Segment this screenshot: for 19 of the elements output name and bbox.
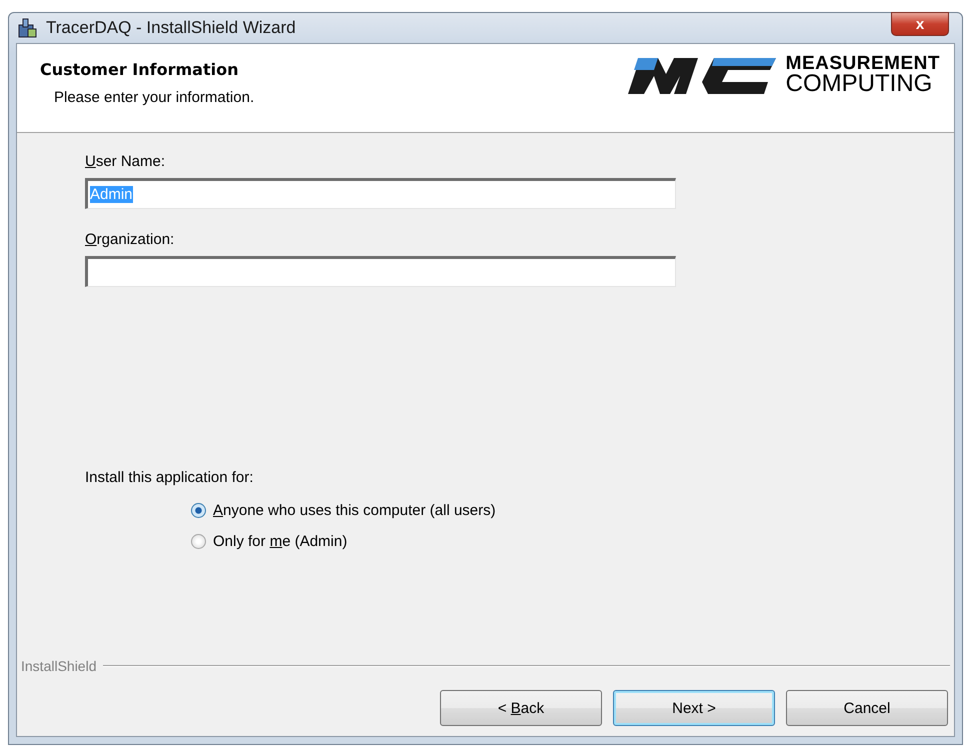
page-title: Customer Information (40, 60, 240, 79)
field-label: User Name: (85, 153, 166, 170)
radio-button[interactable] (191, 503, 206, 518)
logo-text: MEASUREMENT (786, 54, 940, 74)
footer-brand: InstallShield (21, 658, 96, 674)
field-label: Organization: (85, 231, 176, 248)
input-field[interactable] (85, 256, 676, 287)
radio-button[interactable] (191, 534, 206, 549)
logo-text: COMPUTING (786, 74, 934, 94)
close-button[interactable]: x (891, 12, 949, 36)
install-for-label: Install this application for: (85, 469, 254, 486)
radio-label[interactable]: Only for me (Admin) (213, 533, 348, 550)
page-subtitle: Please enter your information. (54, 89, 254, 106)
window-title: TracerDAQ - InstallShield Wizard (46, 18, 296, 38)
radio-label[interactable]: Anyone who uses this computer (all users) (213, 502, 496, 519)
wizard-button[interactable]: Next > (613, 690, 775, 726)
wizard-button[interactable]: Cancel (786, 690, 948, 726)
installer-icon (16, 17, 38, 39)
wizard-button[interactable]: < Back (440, 690, 602, 726)
